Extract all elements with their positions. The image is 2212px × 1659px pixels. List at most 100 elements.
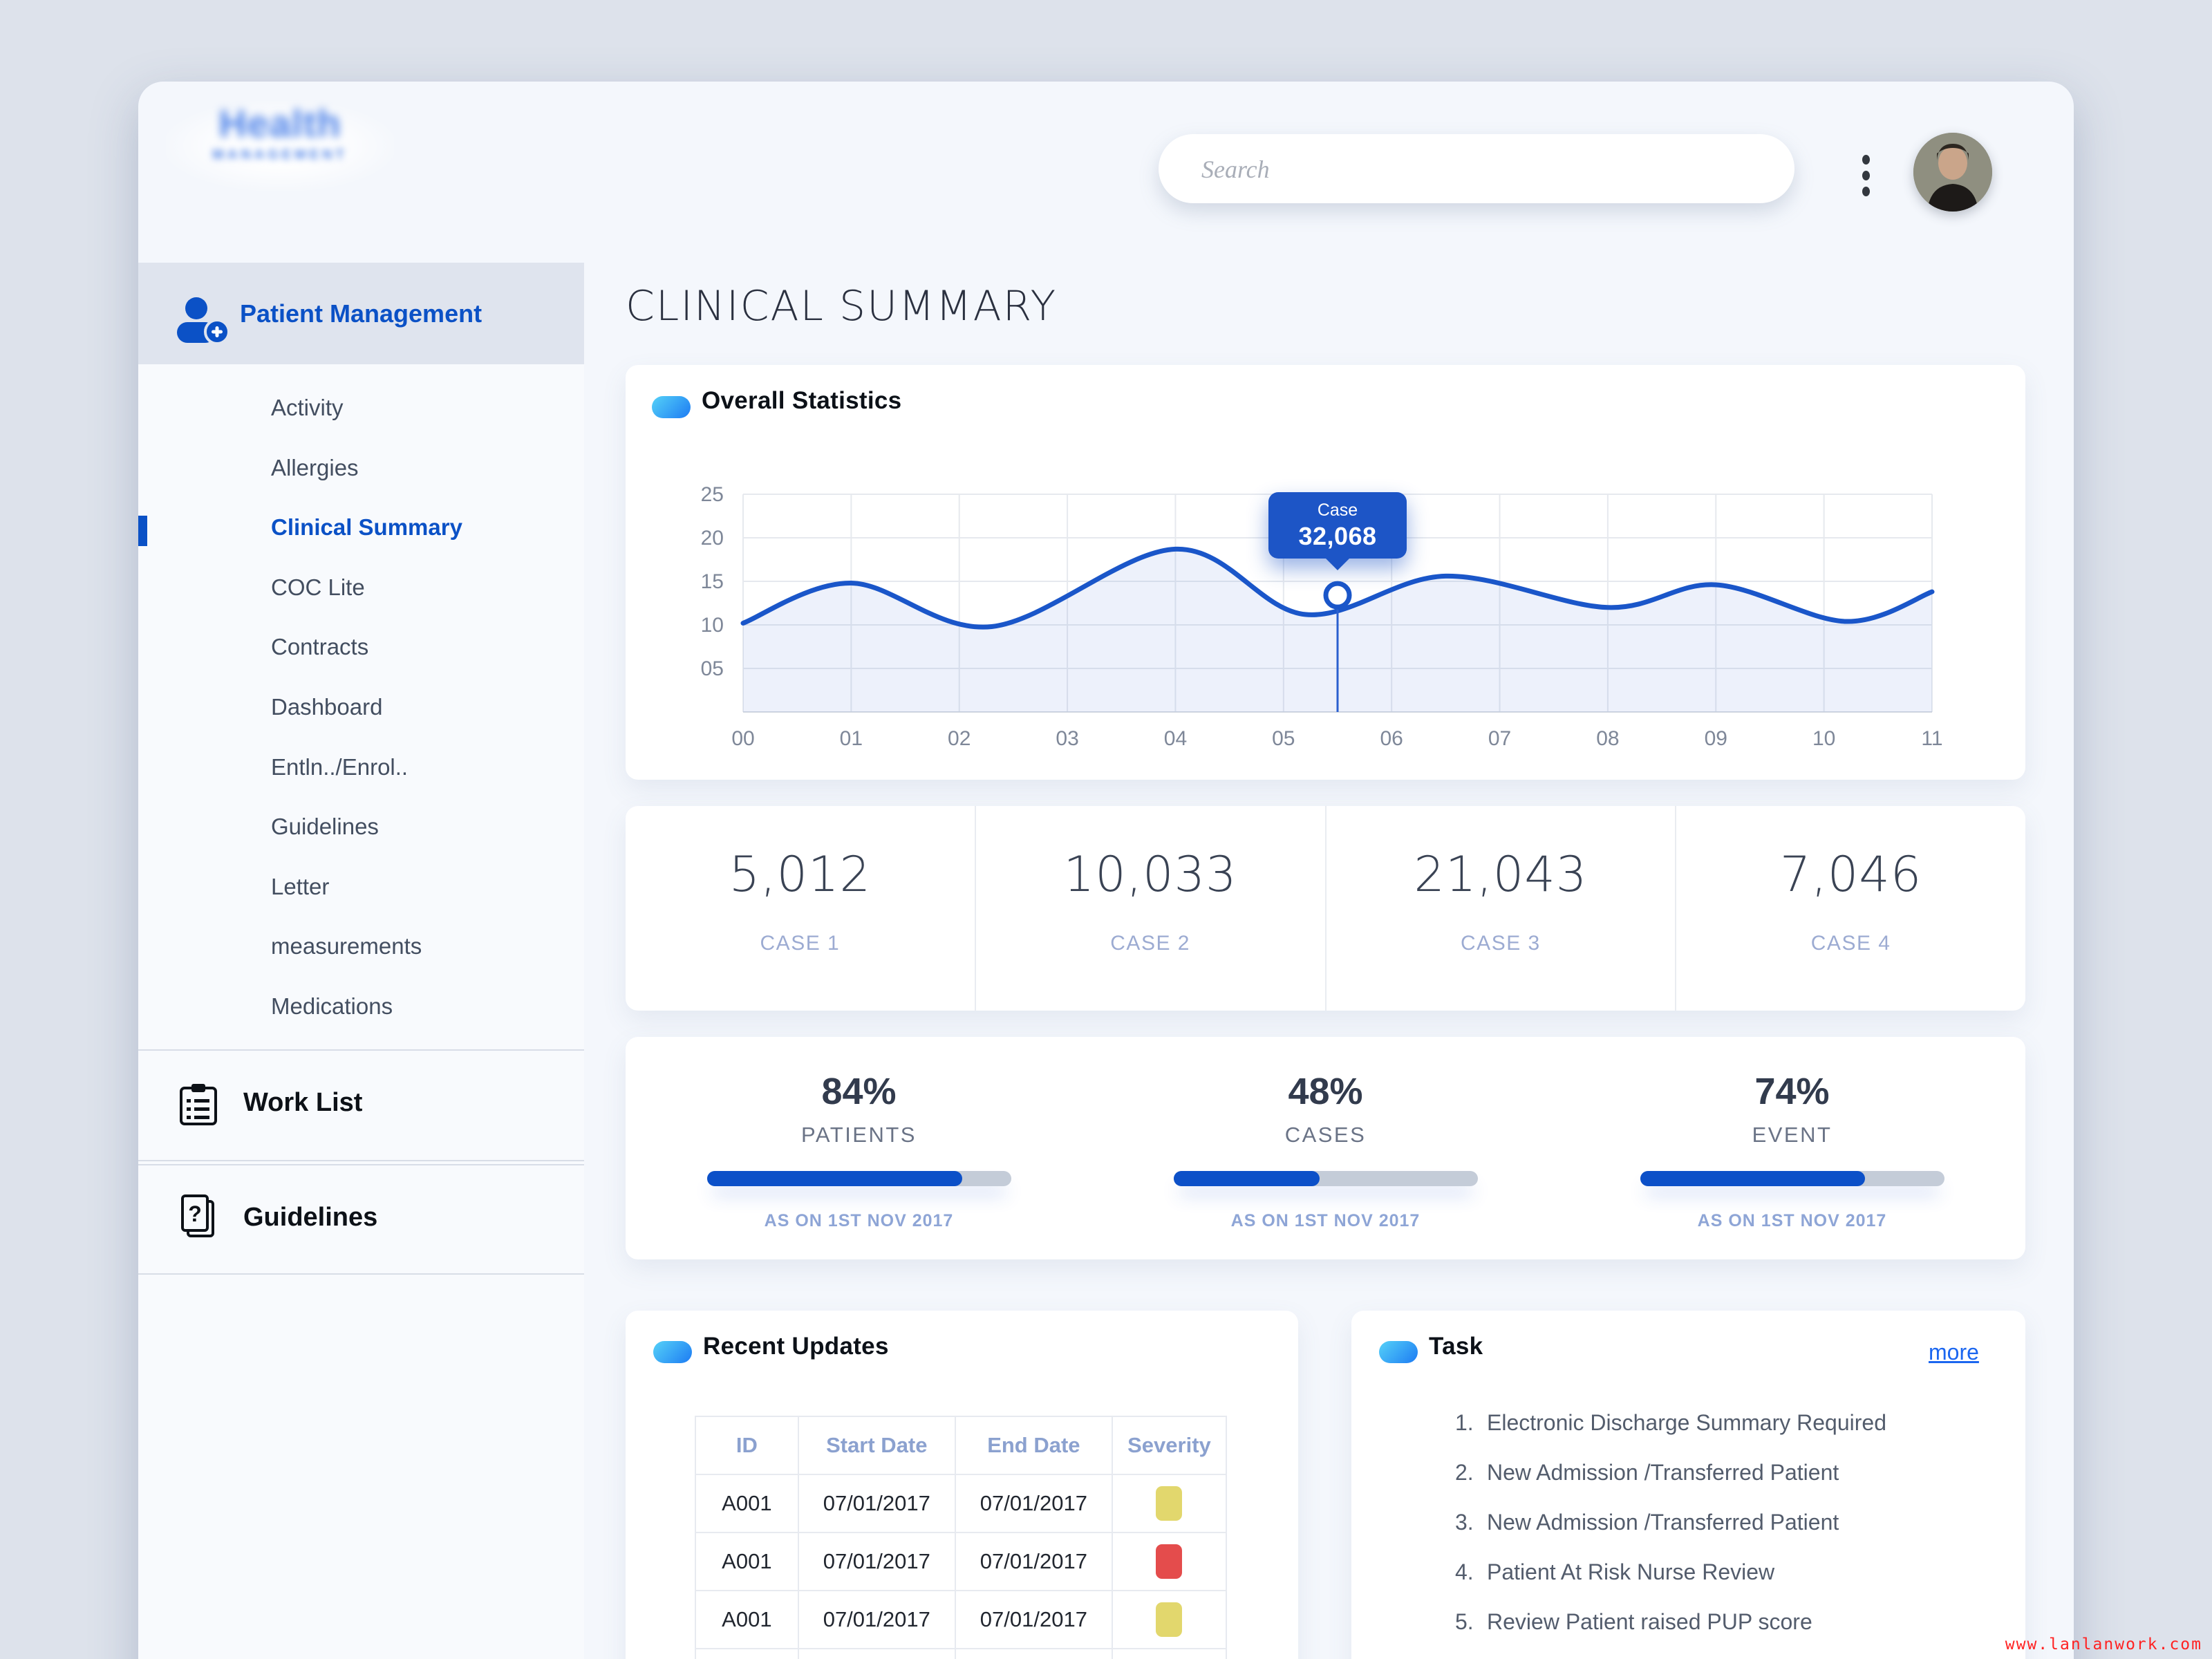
task-item-3[interactable]: 3.New Admission /Transferred Patient xyxy=(1455,1510,1839,1535)
table-row[interactable]: A00107/01/201707/01/2017 xyxy=(695,1649,1226,1659)
task-text: New Admission /Transferred Patient xyxy=(1487,1460,1839,1485)
severity-badge-red xyxy=(1156,1544,1182,1579)
sidebar-item-guidelines[interactable]: Guidelines xyxy=(271,814,561,847)
sidebar-item-entln-enrol-[interactable]: Entln../Enrol.. xyxy=(271,754,561,787)
sidebar-item-dashboard[interactable]: Dashboard xyxy=(271,694,561,727)
cell-end: 07/01/2017 xyxy=(955,1591,1112,1649)
sidebar-item-contracts[interactable]: Contracts xyxy=(271,634,561,667)
sidebar-section-title[interactable]: Patient Management xyxy=(240,299,482,328)
task-item-5[interactable]: 5.Review Patient raised PUP score xyxy=(1455,1609,1812,1635)
sidebar-item-medications[interactable]: Medications xyxy=(271,993,561,1027)
sidebar-item-activity[interactable]: Activity xyxy=(271,395,561,428)
tooltip-value: 32,068 xyxy=(1268,522,1407,551)
svg-text:25: 25 xyxy=(701,483,724,506)
logo-text: Health xyxy=(166,101,394,146)
svg-text:04: 04 xyxy=(1164,727,1187,750)
work-list-label: Work List xyxy=(243,1088,362,1118)
tooltip-label: Case xyxy=(1268,500,1407,521)
cell-severity xyxy=(1112,1649,1226,1659)
svg-text:09: 09 xyxy=(1705,727,1727,750)
column-header-start-date: Start Date xyxy=(798,1416,955,1474)
progress-bar xyxy=(1640,1171,1944,1186)
sidebar-item-clinical-summary[interactable]: Clinical Summary xyxy=(271,514,561,547)
cell-end: 07/01/2017 xyxy=(955,1649,1112,1659)
progress-row: 84%PATIENTSAS ON 1ST NOV 201748%CASESAS … xyxy=(626,1037,2025,1259)
kebab-menu-icon[interactable] xyxy=(1853,155,1880,196)
column-header-id: ID xyxy=(695,1416,798,1474)
svg-text:10: 10 xyxy=(701,614,724,637)
svg-text:06: 06 xyxy=(1380,727,1403,750)
cell-start: 07/01/2017 xyxy=(798,1474,955,1533)
svg-text:02: 02 xyxy=(948,727,971,750)
task-item-4[interactable]: 4.Patient At Risk Nurse Review xyxy=(1455,1559,1774,1585)
user-avatar[interactable] xyxy=(1913,133,1992,212)
active-item-indicator xyxy=(138,516,147,546)
stat-cell-1: 5,012CASE 1 xyxy=(626,806,976,1011)
task-more-link[interactable]: more xyxy=(1929,1340,1979,1365)
progress-as-on: AS ON 1ST NOV 2017 xyxy=(626,1211,1092,1231)
task-text: Electronic Discharge Summary Required xyxy=(1487,1410,1886,1435)
stat-label: CASE 2 xyxy=(976,932,1325,955)
cell-id: A001 xyxy=(695,1649,798,1659)
sidebar-item-allergies[interactable]: Allergies xyxy=(271,455,561,488)
progress-cell-patients: 84%PATIENTSAS ON 1ST NOV 2017 xyxy=(626,1037,1092,1259)
task-number: 4. xyxy=(1455,1559,1487,1585)
task-text: Patient At Risk Nurse Review xyxy=(1487,1559,1774,1584)
stat-cell-3: 21,043CASE 3 xyxy=(1327,806,1677,1011)
svg-text:05: 05 xyxy=(701,657,724,680)
logo-subtext: MANAGEMENT xyxy=(166,147,394,163)
cell-severity xyxy=(1112,1591,1226,1649)
recent-updates-title: Recent Updates xyxy=(703,1333,889,1360)
cell-start: 07/01/2017 xyxy=(798,1649,955,1659)
progress-label: CASES xyxy=(1092,1123,1559,1147)
section-bullet-icon xyxy=(1379,1341,1418,1363)
progress-bar xyxy=(1174,1171,1478,1186)
cell-id: A001 xyxy=(695,1591,798,1649)
task-text: Review Patient raised PUP score xyxy=(1487,1609,1812,1634)
svg-text:05: 05 xyxy=(1272,727,1295,750)
clipboard-icon xyxy=(178,1082,218,1130)
svg-text:08: 08 xyxy=(1596,727,1619,750)
progress-bar-fill xyxy=(707,1171,963,1186)
page-title: CLINICAL SUMMARY xyxy=(626,282,1057,330)
stat-value: 7,046 xyxy=(1676,846,2025,903)
cell-end: 07/01/2017 xyxy=(955,1474,1112,1533)
column-header-end-date: End Date xyxy=(955,1416,1112,1474)
cell-severity xyxy=(1112,1474,1226,1533)
svg-text:07: 07 xyxy=(1488,727,1511,750)
severity-badge-yellow xyxy=(1156,1602,1182,1637)
section-bullet-icon xyxy=(652,396,691,418)
stat-label: CASE 1 xyxy=(626,932,975,955)
task-number: 2. xyxy=(1455,1460,1487,1485)
cell-end: 07/01/2017 xyxy=(955,1533,1112,1591)
svg-text:03: 03 xyxy=(1056,727,1078,750)
stat-label: CASE 4 xyxy=(1676,932,2025,955)
app-logo: Health MANAGEMENT xyxy=(166,101,394,191)
sidebar-item-coc-lite[interactable]: COC Lite xyxy=(271,574,561,608)
search-bar xyxy=(1159,134,1794,203)
guidelines-section-label: Guidelines xyxy=(243,1203,377,1232)
sidebar-item-letter[interactable]: Letter xyxy=(271,874,561,907)
overall-statistics-title: Overall Statistics xyxy=(702,387,901,415)
sidebar-item-measurements[interactable]: measurements xyxy=(271,933,561,966)
question-document-icon: ? xyxy=(178,1193,218,1244)
task-item-1[interactable]: 1.Electronic Discharge Summary Required xyxy=(1455,1410,1886,1436)
table-row[interactable]: A00107/01/201707/01/2017 xyxy=(695,1474,1226,1533)
svg-text:15: 15 xyxy=(701,570,724,593)
task-number: 5. xyxy=(1455,1609,1487,1635)
task-item-2[interactable]: 2.New Admission /Transferred Patient xyxy=(1455,1460,1839,1485)
table-row[interactable]: A00107/01/201707/01/2017 xyxy=(695,1533,1226,1591)
stat-value: 21,043 xyxy=(1327,846,1676,903)
progress-cell-cases: 48%CASESAS ON 1ST NOV 2017 xyxy=(1092,1037,1559,1259)
table-row[interactable]: A00107/01/201707/01/2017 xyxy=(695,1591,1226,1649)
progress-bar xyxy=(707,1171,1011,1186)
column-header-severity: Severity xyxy=(1112,1416,1226,1474)
recent-updates-table: IDStart DateEnd DateSeverity A00107/01/2… xyxy=(695,1416,1227,1659)
progress-percent: 74% xyxy=(1559,1070,2025,1113)
search-input[interactable] xyxy=(1200,134,1770,205)
task-number: 3. xyxy=(1455,1510,1487,1535)
cell-severity xyxy=(1112,1533,1226,1591)
progress-label: PATIENTS xyxy=(626,1123,1092,1147)
svg-text:10: 10 xyxy=(1812,727,1835,750)
patient-add-icon xyxy=(173,296,232,349)
